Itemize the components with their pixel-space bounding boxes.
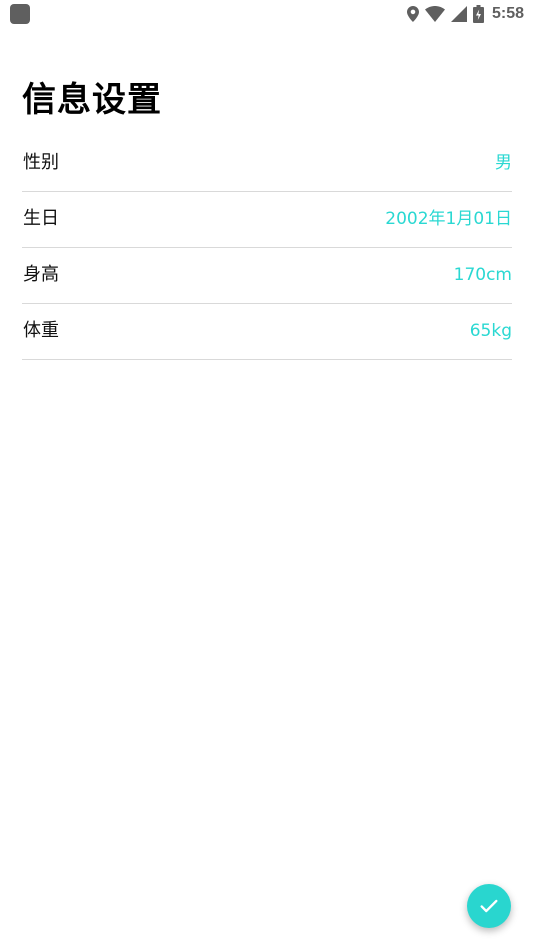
- setting-value: 男: [495, 153, 512, 173]
- check-icon: [480, 899, 498, 913]
- app-icon: [10, 4, 30, 24]
- setting-row-gender[interactable]: 性别 男: [22, 136, 512, 192]
- setting-label: 体重: [23, 320, 59, 341]
- setting-row-weight[interactable]: 体重 65kg: [22, 304, 512, 360]
- setting-value: 65kg: [469, 321, 512, 341]
- setting-value: 2002年1月01日: [385, 209, 512, 229]
- setting-label: 生日: [23, 208, 59, 229]
- cellular-signal-icon: [450, 6, 467, 22]
- status-time: 5:58: [491, 5, 524, 22]
- confirm-button[interactable]: [467, 884, 511, 928]
- settings-list: 性别 男 生日 2002年1月01日 身高 170cm 体重 65kg: [22, 136, 512, 360]
- location-icon: [406, 6, 419, 22]
- setting-label: 身高: [23, 264, 59, 285]
- setting-row-height[interactable]: 身高 170cm: [22, 248, 512, 304]
- setting-row-birthday[interactable]: 生日 2002年1月01日: [22, 192, 512, 248]
- page-title: 信息设置: [22, 80, 162, 120]
- setting-label: 性别: [23, 152, 59, 173]
- status-bar: 5:58: [0, 0, 534, 28]
- wifi-icon: [424, 6, 445, 22]
- status-icons: 5:58: [406, 3, 524, 25]
- setting-value: 170cm: [453, 265, 512, 285]
- battery-icon: [472, 5, 484, 23]
